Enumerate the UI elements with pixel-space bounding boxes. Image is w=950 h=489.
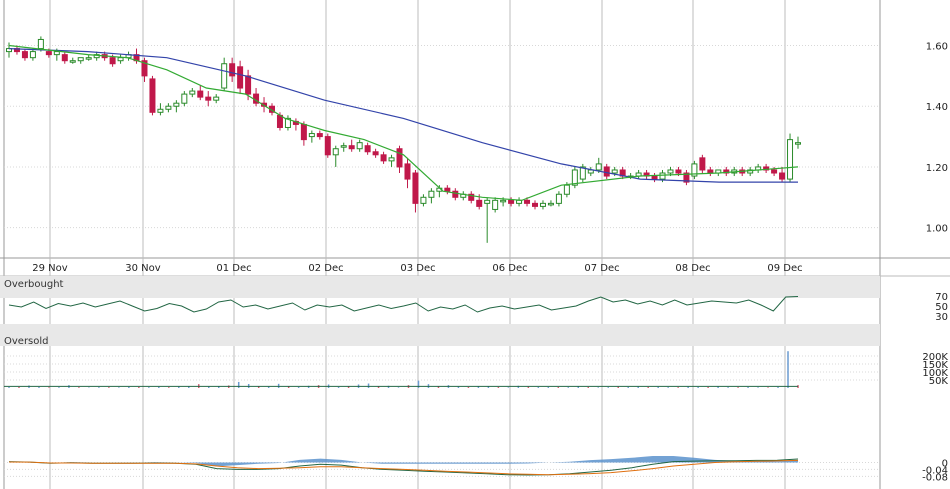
candle-body [276,114,283,128]
oversold-band-fill [0,324,880,346]
candle-body [53,51,60,56]
candle-body [428,190,435,198]
oversold-band: Oversold [0,324,880,347]
candle-body [237,66,244,89]
candle-body [157,108,164,113]
candle-body [308,133,315,138]
candle-body [109,57,116,65]
candle-body [484,199,491,204]
candle-body [245,75,252,95]
date-label: 09 Dec [767,263,802,274]
date-label: 06 Dec [492,263,527,274]
candle-body [229,63,236,77]
candle-body [364,145,371,153]
price-tick-label: 1.60 [926,42,948,53]
date-label: 29 Nov [32,263,68,274]
candle-body [404,163,411,180]
candle-body [508,199,515,204]
candle-body [332,148,339,156]
date-label: 08 Dec [675,263,710,274]
candle-body [149,78,156,113]
candle-body [388,157,395,162]
candle-body [117,57,124,62]
candle-body [699,157,706,171]
candle-body [595,163,602,171]
candle-body [85,57,92,60]
candle-body [532,202,538,207]
candle-body [372,151,379,156]
candle-body [492,199,499,210]
candle-body [189,90,196,95]
candle-body [539,202,546,207]
candle-body [356,142,363,150]
candle-body [37,38,44,50]
candle-body [603,166,610,177]
candle-body [547,202,554,206]
date-label: 02 Dec [308,263,343,274]
candle-body [412,172,419,204]
candle-body [651,175,658,180]
price-tick-label: 1.40 [926,102,948,113]
candle-body [213,96,220,101]
price-tick-label: 1.20 [926,163,948,174]
candle-body [340,145,347,148]
candle-body [420,196,427,204]
date-label: 01 Dec [216,263,251,274]
overbought-label: Overbought [4,279,64,290]
overbought-band: Overbought [0,276,880,298]
candle-body [316,133,323,138]
osc-tick-label: 30 [935,312,948,323]
candle-body [21,51,28,59]
candle-body [165,105,172,110]
candle-body [771,169,778,174]
candle-body [779,172,786,180]
candle-body [452,190,459,198]
candle-body [563,184,570,195]
candle-body [555,193,562,204]
date-label: 07 Dec [584,263,619,274]
overbought-band-fill [0,276,880,298]
candle-body [205,96,212,101]
candle-body [396,148,403,168]
candle-body [667,169,674,174]
candle-body [197,90,204,98]
candle-body [69,60,76,63]
candle-body [45,51,52,56]
date-axis-labels: 29 Nov 30 Nov 01 Dec 02 Dec 03 Dec 06 Dec 07 D… [32,263,802,274]
candle-body [348,145,355,150]
candle-body [77,57,84,62]
oversold-label: Oversold [4,336,49,347]
candle-body [659,172,666,180]
candle-body [221,63,228,89]
candle-body [707,169,714,174]
candle-body [524,199,531,204]
candle-body [611,169,618,174]
date-label: 30 Nov [125,263,161,274]
candle-body [444,187,451,192]
candle-body [300,123,307,141]
macd-tick-label: -0.08 [922,472,948,483]
candle-body [675,169,682,174]
candle-body [29,51,36,59]
candle-body [324,136,331,156]
candle-body [380,154,387,162]
candle-body [787,139,794,180]
candle-body [173,102,180,107]
candle-body [476,199,483,207]
candle-body [500,199,507,203]
candle-body [61,54,68,62]
candle-body [181,93,188,104]
candle-body [795,142,801,145]
price-tick-label: 1.00 [926,224,948,235]
date-label: 03 Dec [400,263,435,274]
stock-chart: Overbought Oversold 29 Nov 30 Nov 01 Dec 02… [0,0,950,489]
volume-tick-label: 50K [929,376,949,387]
